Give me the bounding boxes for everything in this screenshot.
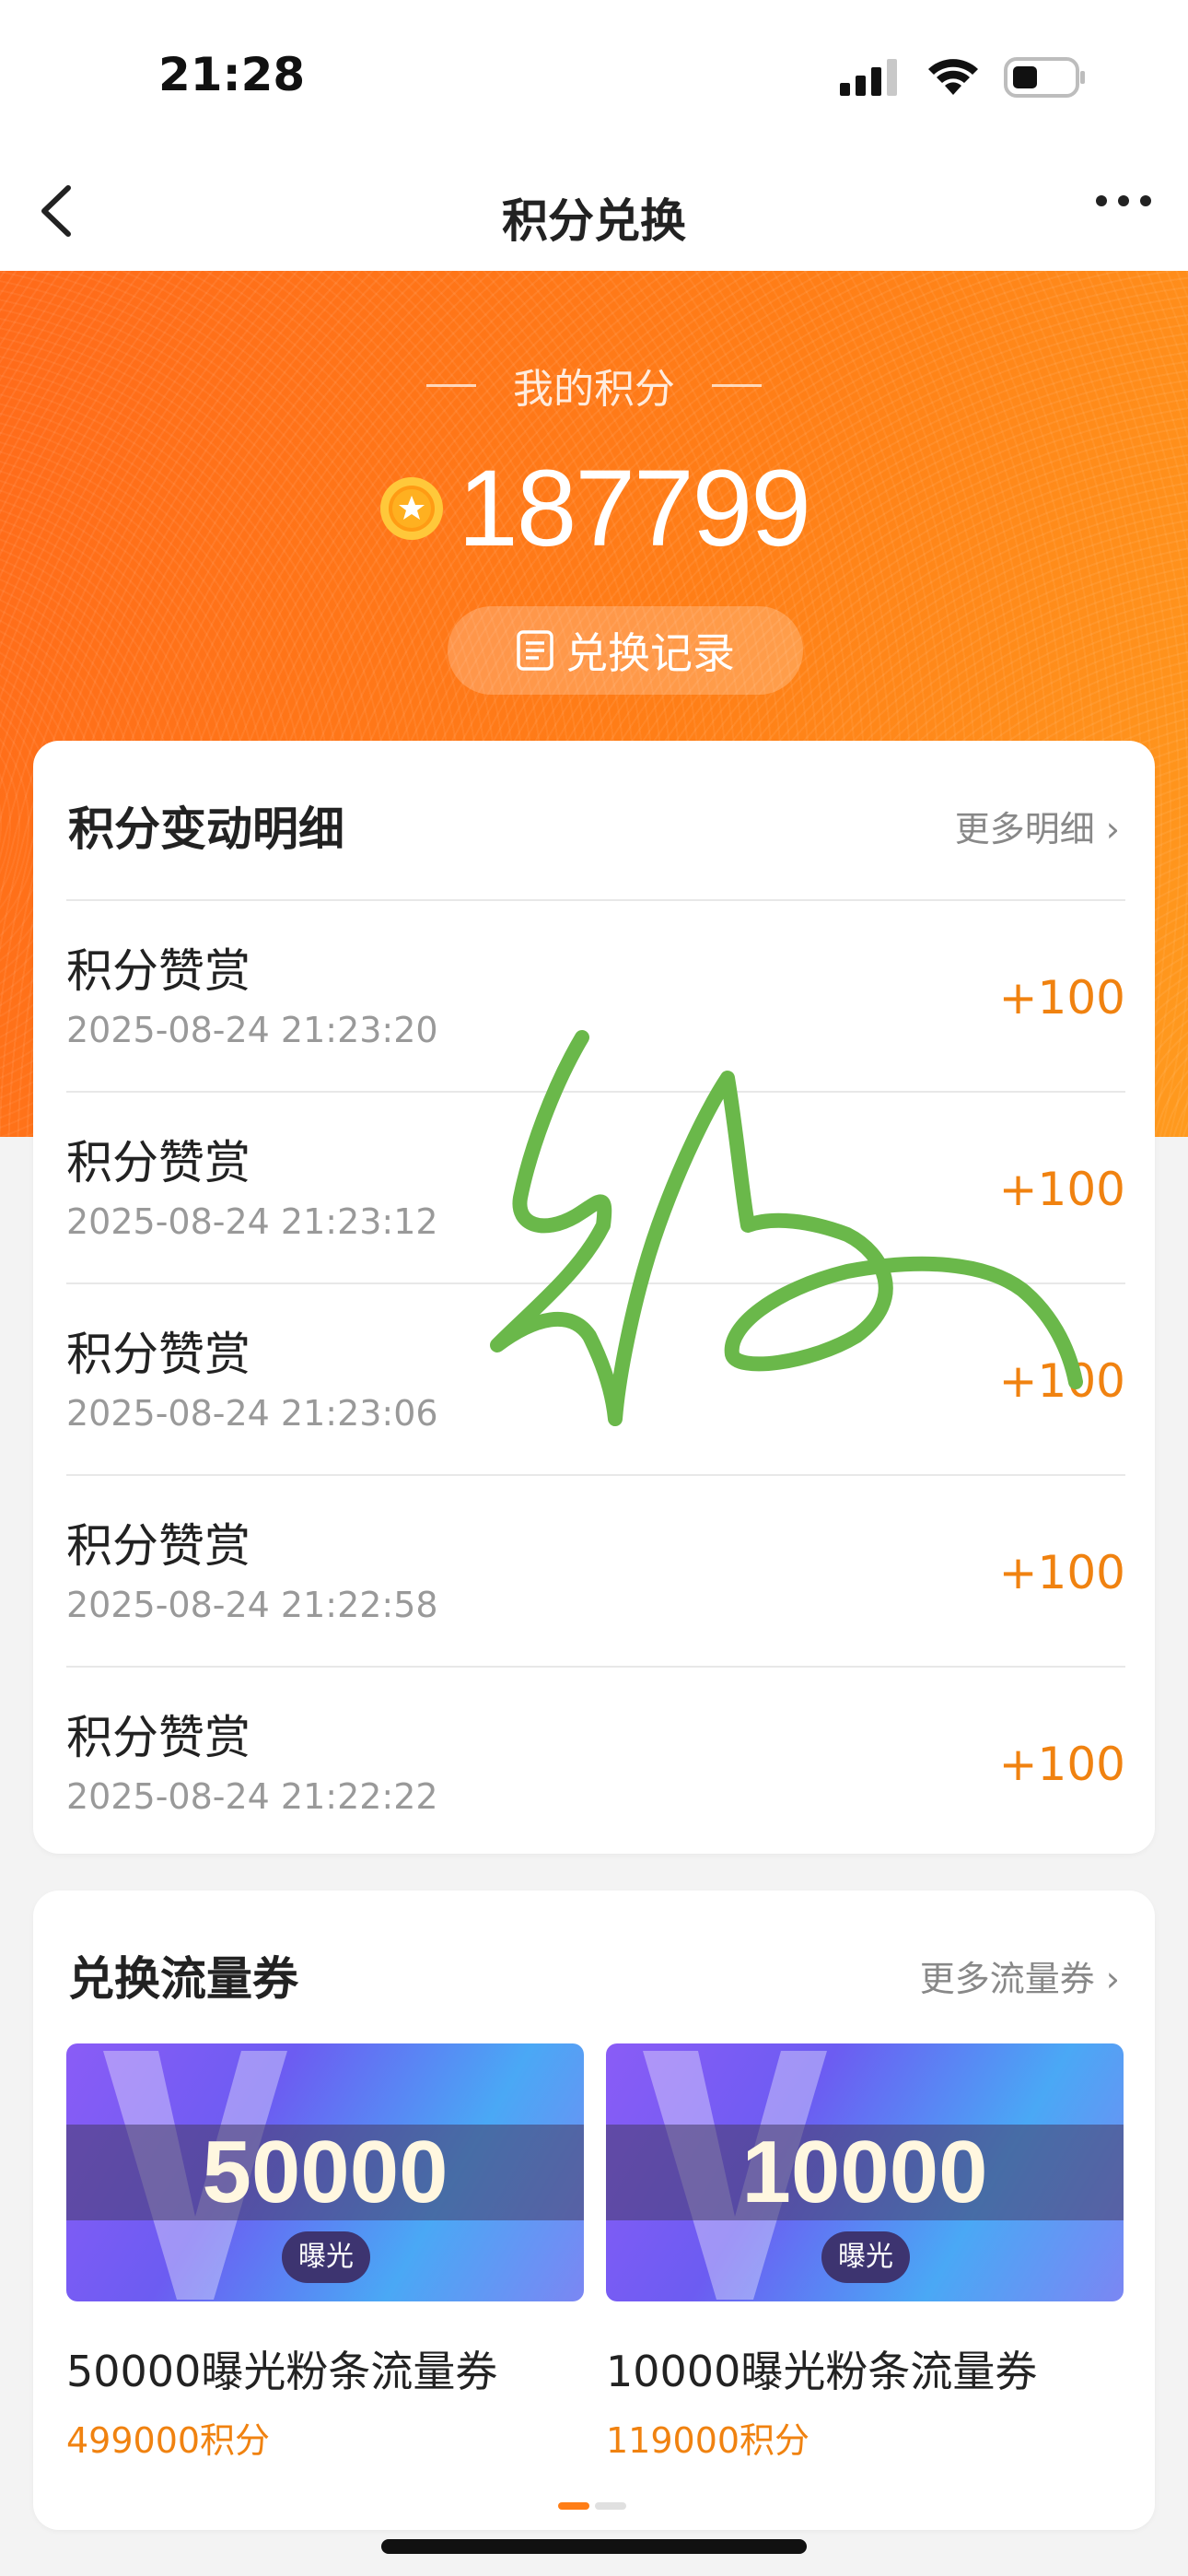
- voucher-name: 50000曝光粉条流量券: [66, 2347, 498, 2396]
- card-header: 积分变动明细 更多明细 ›: [68, 792, 1120, 859]
- item-time: 2025-08-24 21:23:20: [66, 1010, 438, 1050]
- item-title: 积分赞赏: [66, 1519, 250, 1573]
- dot: [595, 2502, 626, 2510]
- points-row: 187799: [0, 446, 1188, 571]
- status-bar: 21:28: [0, 0, 1188, 157]
- item-time: 2025-08-24 21:22:22: [66, 1776, 438, 1817]
- points-list: 积分赞赏 2025-08-24 21:23:20 +100 积分赞赏 2025-…: [66, 899, 1125, 1857]
- battery-icon: [1004, 57, 1085, 98]
- nav-bar: 积分兑换: [0, 157, 1188, 271]
- more-dots-icon[interactable]: [1096, 195, 1151, 206]
- coin-star-icon: [380, 477, 444, 540]
- points-label-row: 我的积分: [0, 356, 1188, 415]
- item-amount: +100: [998, 1163, 1125, 1216]
- dot-active: [558, 2502, 589, 2510]
- item-time: 2025-08-24 21:23:12: [66, 1201, 438, 1242]
- voucher-item[interactable]: 50000 曝光 50000曝光粉条流量券 499000积分: [66, 2043, 584, 2463]
- voucher-list: 50000 曝光 50000曝光粉条流量券 499000积分 10000 曝光 …: [66, 2043, 1124, 2463]
- points-detail-card: 积分变动明细 更多明细 › 积分赞赏 2025-08-24 21:23:20 +…: [33, 741, 1155, 1854]
- page-title: 积分兑换: [502, 194, 686, 248]
- voucher-card: 兑换流量券 更多流量券 › 50000 曝光 50000曝光粉条流量券 4990…: [33, 1891, 1155, 2530]
- status-time: 21:28: [158, 48, 306, 101]
- voucher-tag: 曝光: [821, 2231, 910, 2283]
- voucher-image: 10000 曝光: [606, 2043, 1124, 2301]
- item-amount: +100: [998, 971, 1125, 1025]
- list-item[interactable]: 积分赞赏 2025-08-24 21:22:22 +100: [66, 1666, 1125, 1857]
- item-title: 积分赞赏: [66, 1328, 250, 1381]
- voucher-number: 10000: [741, 2123, 988, 2221]
- divider: [426, 383, 476, 387]
- more-details-link[interactable]: 更多明细 ›: [955, 801, 1120, 851]
- exchange-records-label: 兑换记录: [565, 628, 735, 678]
- voucher-image: 50000 曝光: [66, 2043, 584, 2301]
- voucher-price: 119000积分: [606, 2420, 810, 2461]
- item-title: 积分赞赏: [66, 1711, 250, 1764]
- list-doc-icon: [517, 630, 553, 671]
- item-title: 积分赞赏: [66, 1136, 250, 1189]
- home-indicator: [381, 2539, 807, 2554]
- item-title: 积分赞赏: [66, 944, 250, 998]
- voucher-name: 10000曝光粉条流量券: [606, 2347, 1038, 2396]
- more-vouchers-link[interactable]: 更多流量券 ›: [920, 1950, 1120, 2001]
- item-amount: +100: [998, 1738, 1125, 1791]
- item-amount: +100: [998, 1546, 1125, 1599]
- list-item[interactable]: 积分赞赏 2025-08-24 21:23:06 +100: [66, 1282, 1125, 1474]
- list-item[interactable]: 积分赞赏 2025-08-24 21:23:12 +100: [66, 1091, 1125, 1282]
- list-item[interactable]: 积分赞赏 2025-08-24 21:23:20 +100: [66, 899, 1125, 1091]
- signal-icon: [840, 59, 897, 96]
- voucher-price: 499000积分: [66, 2420, 271, 2461]
- item-amount: +100: [998, 1354, 1125, 1408]
- status-icons: [840, 57, 1087, 98]
- points-value: 187799: [458, 448, 811, 569]
- card-header: 兑换流量券 更多流量券 ›: [68, 1942, 1120, 2008]
- exchange-records-button[interactable]: 兑换记录: [448, 606, 803, 695]
- voucher-tag: 曝光: [282, 2231, 370, 2283]
- section-title: 兑换流量券: [68, 1952, 298, 2006]
- carousel-dots: [558, 2502, 626, 2510]
- section-title: 积分变动明细: [68, 802, 344, 856]
- voucher-item[interactable]: 10000 曝光 10000曝光粉条流量券 119000积分: [606, 2043, 1124, 2463]
- item-time: 2025-08-24 21:23:06: [66, 1393, 438, 1434]
- divider: [712, 383, 762, 387]
- list-item[interactable]: 积分赞赏 2025-08-24 21:22:58 +100: [66, 1474, 1125, 1666]
- voucher-number: 50000: [202, 2123, 448, 2221]
- points-label: 我的积分: [513, 366, 675, 413]
- item-time: 2025-08-24 21:22:58: [66, 1585, 438, 1625]
- wifi-icon: [928, 59, 978, 95]
